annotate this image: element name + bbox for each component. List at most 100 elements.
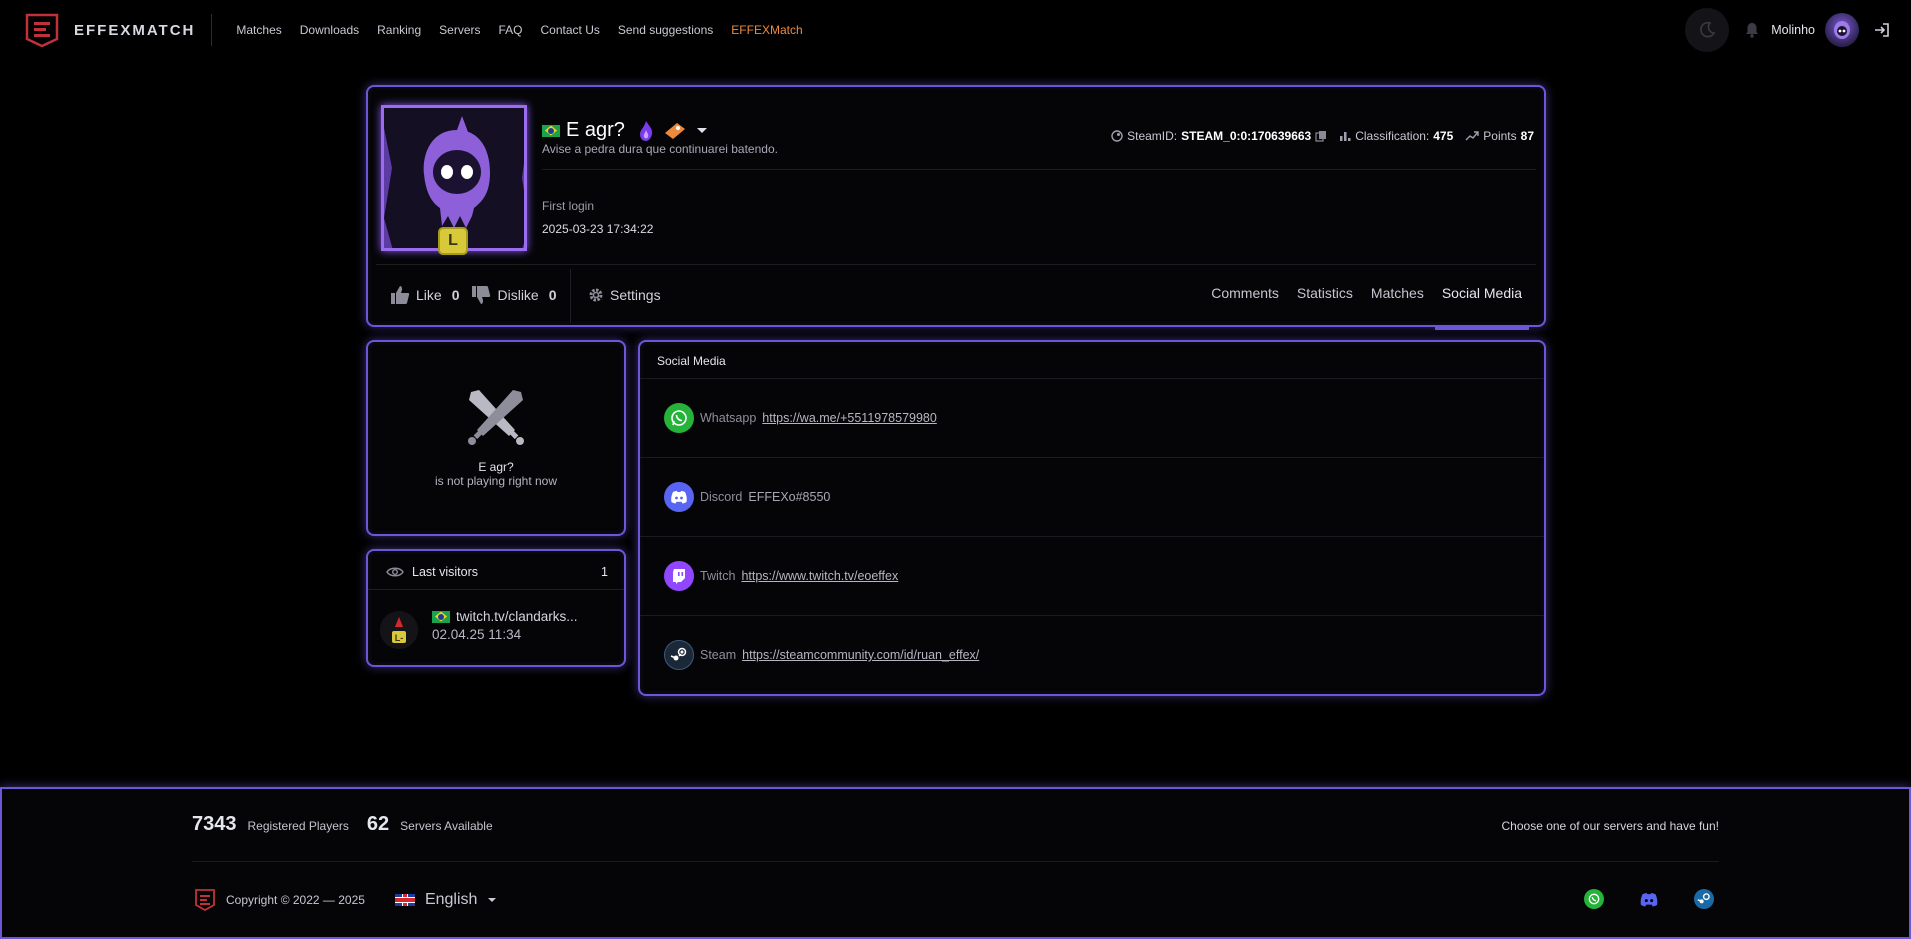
social-row-whatsapp: Whatsapp https://wa.me/+5511978579980 — [640, 378, 1544, 457]
classification-label: Classification: — [1355, 129, 1430, 143]
discord-icon[interactable] — [1639, 889, 1659, 909]
like-label: Like — [416, 287, 442, 303]
divider — [542, 169, 1536, 170]
registered-players-count: 7343 — [192, 813, 237, 835]
visitors-header: Last visitors — [386, 565, 478, 579]
gear-icon — [589, 288, 603, 302]
effex-logo-icon — [25, 13, 59, 47]
tab-matches[interactable]: Matches — [1371, 285, 1424, 327]
steam-icon — [664, 640, 694, 670]
servers-available-label: Servers Available — [400, 819, 493, 833]
steamid-label: SteamID: — [1127, 129, 1178, 143]
logout-icon[interactable] — [1873, 21, 1891, 39]
social-platform-label: Steam — [700, 648, 737, 662]
nav-link-matches[interactable]: Matches — [227, 23, 290, 37]
settings-label: Settings — [610, 287, 661, 303]
nav-link-ranking[interactable]: Ranking — [368, 23, 430, 37]
brand[interactable]: EFFEXMATCH — [24, 0, 195, 60]
vote-actions: Like 0 Dislike 0 — [390, 285, 569, 305]
first-login-label: First login — [542, 199, 595, 213]
moon-icon — [1700, 21, 1716, 38]
user-avatar[interactable] — [1825, 13, 1859, 47]
dislike-button[interactable]: Dislike 0 — [471, 285, 557, 305]
nav-link-servers[interactable]: Servers — [430, 23, 489, 37]
profile-name: E agr? — [566, 119, 625, 141]
bell-icon[interactable] — [1743, 21, 1761, 39]
nav-link-downloads[interactable]: Downloads — [291, 23, 368, 37]
social-platform-label: Twitch — [700, 569, 736, 583]
footer-tagline: Choose one of our servers and have fun! — [1501, 819, 1719, 833]
tab-statistics[interactable]: Statistics — [1297, 285, 1353, 327]
social-row-twitch: Twitch https://www.twitch.tv/eoeffex — [640, 536, 1544, 615]
brand-name: EFFEXMATCH — [74, 21, 196, 39]
brazil-flag-icon — [542, 124, 560, 137]
footer-stats: 7343 Registered Players 62 Servers Avail… — [192, 813, 511, 836]
tab-social-media[interactable]: Social Media — [1434, 285, 1530, 330]
profile-header-card: L E agr? Avise a pedra dura que continua… — [366, 85, 1546, 330]
divider — [192, 861, 1719, 862]
actions-divider — [570, 269, 571, 323]
language-label: English — [424, 891, 478, 908]
tab-comments[interactable]: Comments — [1211, 285, 1279, 327]
copyright: Copyright © 2022 — 2025 — [226, 893, 365, 907]
uk-flag-icon — [394, 894, 415, 906]
social-value-discord: EFFEXo#8550 — [748, 490, 831, 504]
thumbs-down-icon — [472, 286, 491, 304]
now-playing-card: E agr? is not playing right now — [366, 340, 626, 536]
user-name[interactable]: Molinho — [1771, 23, 1815, 37]
visitors-title: Last visitors — [412, 565, 478, 579]
social-link-whatsapp[interactable]: https://wa.me/+5511978579980 — [762, 411, 937, 425]
servers-available-count: 62 — [366, 813, 390, 835]
now-playing-name: E agr? — [478, 460, 514, 474]
like-button[interactable]: Like 0 — [390, 285, 459, 305]
settings-button[interactable]: Settings — [588, 287, 661, 303]
crossed-swords-icon — [468, 390, 524, 445]
points-stat: Points 87 — [1465, 129, 1534, 143]
eye-icon — [386, 567, 404, 577]
visitor-name: twitch.tv/clandarks... — [456, 609, 578, 624]
copy-icon[interactable] — [1315, 130, 1327, 142]
brazil-flag-icon — [432, 610, 450, 623]
divider — [368, 589, 624, 590]
profile-tabs: Comments Statistics Matches Social Media — [1193, 285, 1530, 330]
theme-toggle-button[interactable] — [1685, 8, 1730, 52]
bar-chart-icon — [1340, 132, 1351, 141]
like-count: 0 — [451, 287, 460, 303]
nav-user-area: Molinho — [1685, 8, 1891, 52]
visitor-name-row[interactable]: twitch.tv/clandarks... — [432, 609, 578, 624]
social-media-card: Social Media Whatsapp https://wa.me/+551… — [638, 340, 1546, 696]
social-link-steam[interactable]: https://steamcommunity.com/id/ruan_effex… — [742, 648, 979, 662]
twitch-icon — [664, 561, 694, 591]
social-platform-label: Discord — [700, 490, 743, 504]
trend-up-icon — [1465, 131, 1479, 141]
nav-link-suggestions[interactable]: Send suggestions — [609, 23, 722, 37]
nav-link-contact[interactable]: Contact Us — [532, 23, 609, 37]
social-platform-label: Whatsapp — [700, 411, 757, 425]
language-selector[interactable]: English — [394, 891, 497, 909]
top-navbar: EFFEXMATCH Matches Downloads Ranking Ser… — [0, 0, 1911, 60]
nav-link-faq[interactable]: FAQ — [490, 23, 532, 37]
brand-divider — [211, 14, 213, 46]
social-row-discord: Discord EFFEXo#8550 — [640, 457, 1544, 536]
footer-social-links — [1584, 889, 1714, 909]
whatsapp-icon — [664, 403, 694, 433]
discord-icon — [664, 482, 694, 512]
visitor-date: 02.04.25 11:34 — [432, 627, 522, 642]
ticket-badge-icon — [664, 122, 685, 139]
visitor-avatar[interactable]: L- — [380, 611, 418, 649]
whatsapp-icon[interactable] — [1584, 889, 1604, 909]
dislike-label: Dislike — [497, 287, 539, 303]
first-login-value: 2025-03-23 17:34:22 — [542, 222, 654, 236]
purple-flame-icon — [639, 120, 653, 141]
chevron-down-icon[interactable] — [695, 124, 709, 138]
profile-name-row: E agr? — [542, 119, 709, 142]
nav-link-effexmatch[interactable]: EFFEXMatch — [722, 23, 811, 37]
rank-badge: L — [438, 227, 468, 255]
steam-icon[interactable] — [1694, 889, 1714, 909]
visitors-count: 1 — [601, 565, 608, 579]
social-link-twitch[interactable]: https://www.twitch.tv/eoeffex — [741, 569, 898, 583]
last-visitors-card: Last visitors 1 L- twitch.tv/clandarks..… — [366, 549, 626, 667]
social-media-title: Social Media — [657, 354, 726, 368]
visitor-avatar-icon: L- — [380, 611, 418, 649]
effex-logo-icon — [195, 889, 215, 911]
